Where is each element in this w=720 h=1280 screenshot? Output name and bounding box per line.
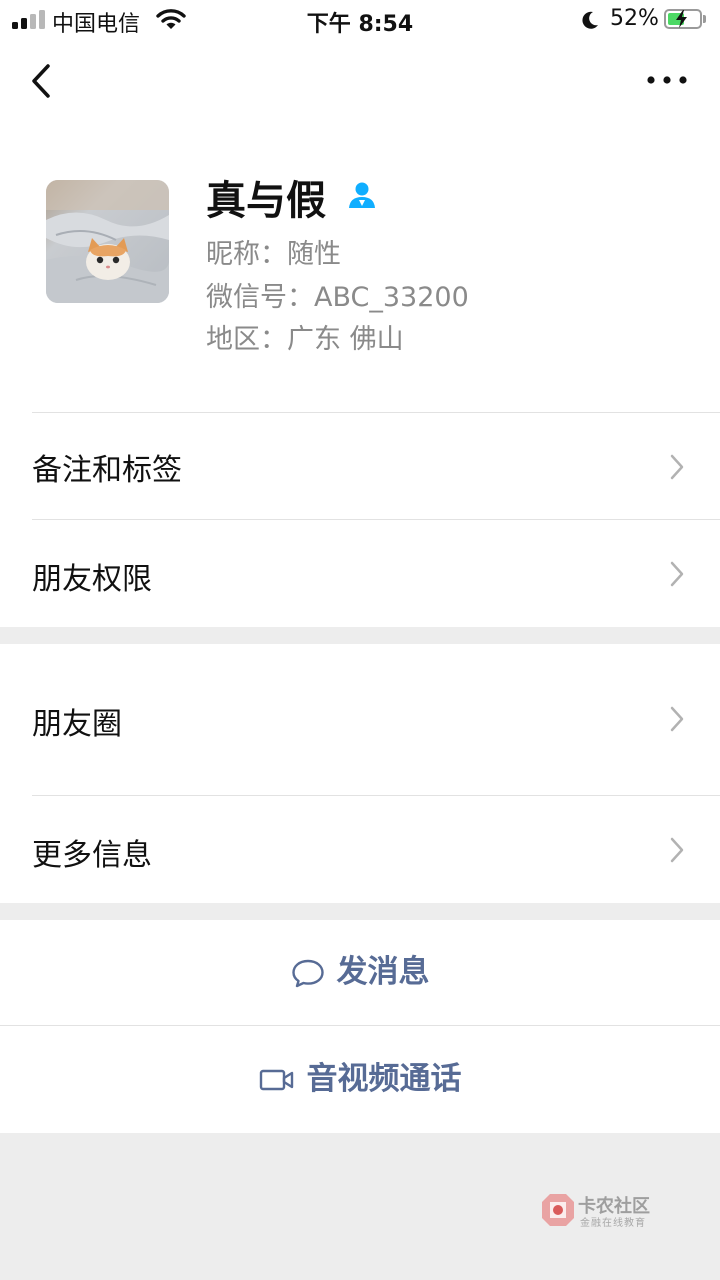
more-info-row[interactable]: 更多信息 xyxy=(0,796,720,903)
send-message-label: 发消息 xyxy=(336,954,430,990)
watermark-subtitle: 金融在线教育 xyxy=(580,1218,646,1229)
chevron-right-icon xyxy=(670,706,684,732)
video-camera-icon xyxy=(259,1069,293,1090)
chevron-right-icon xyxy=(670,454,684,480)
chevron-right-icon xyxy=(670,561,684,587)
avatar[interactable] xyxy=(46,180,169,303)
friend-permissions-row[interactable]: 朋友权限 xyxy=(0,520,720,627)
watermark-logo: 卡农社区 金融在线教育 xyxy=(540,1190,670,1230)
do-not-disturb-moon-icon xyxy=(582,11,598,29)
region-text: 地区：广东 佛山 xyxy=(206,324,404,355)
remark-tags-label: 备注和标签 xyxy=(32,453,182,488)
charging-bolt-icon xyxy=(676,10,687,28)
nickname-text: 昵称：随性 xyxy=(206,239,341,270)
chat-bubble-icon xyxy=(291,959,324,987)
video-call-label: 音视频通话 xyxy=(306,1061,462,1097)
wechat-id-text: 微信号：ABC_33200 xyxy=(206,282,469,313)
contact-name: 真与假 xyxy=(206,178,326,224)
send-message-button[interactable]: 发消息 xyxy=(0,920,720,1025)
more-options-icon[interactable] xyxy=(644,70,690,90)
chevron-right-icon xyxy=(670,837,684,863)
moments-row[interactable]: 朋友圈 xyxy=(0,644,720,795)
battery-percent: 52% xyxy=(610,6,659,31)
remark-tags-row[interactable]: 备注和标签 xyxy=(0,413,720,519)
more-info-label: 更多信息 xyxy=(32,838,152,873)
status-bar: 中国电信 下午 8:54 52% xyxy=(0,0,720,40)
moments-label: 朋友圈 xyxy=(32,707,122,742)
battery-icon xyxy=(664,9,702,29)
friend-permissions-label: 朋友权限 xyxy=(32,562,152,597)
back-chevron-icon[interactable] xyxy=(28,60,58,102)
video-call-button[interactable]: 音视频通话 xyxy=(0,1026,720,1133)
battery-cap xyxy=(703,15,706,23)
contact-person-icon xyxy=(349,182,375,208)
watermark-emblem-icon xyxy=(542,1194,574,1226)
